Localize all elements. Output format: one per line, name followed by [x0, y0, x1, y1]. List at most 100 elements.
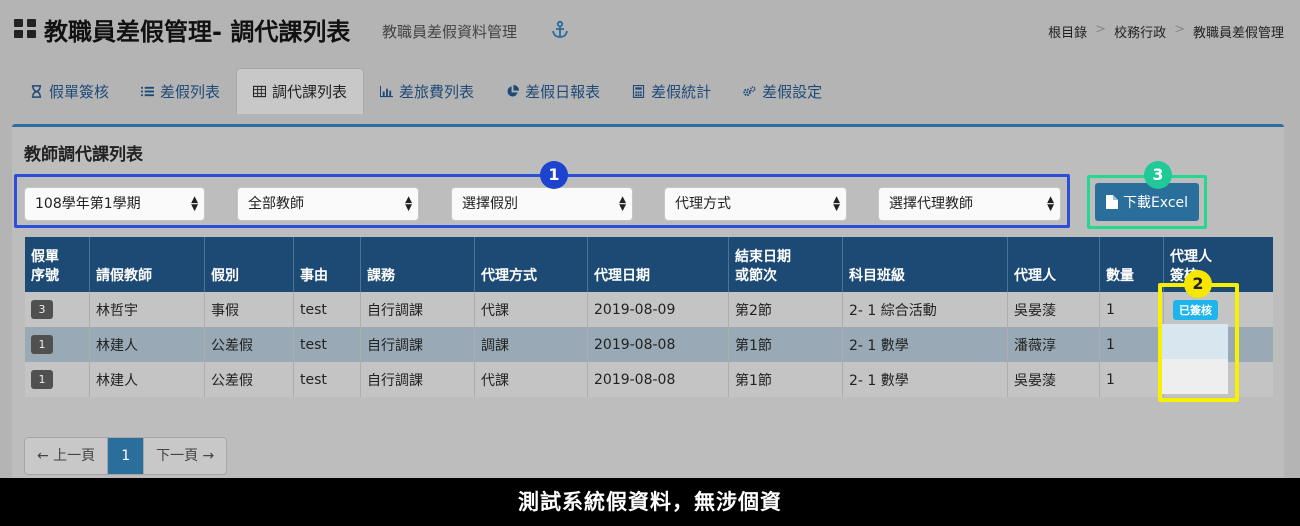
grid-icon	[14, 19, 36, 39]
tab-label: 假單簽核	[49, 82, 110, 101]
tab-daily-report[interactable]: 差假日報表	[490, 68, 616, 114]
table-cell: 2019-08-08	[588, 362, 729, 397]
table-cell: 自行調課	[361, 327, 475, 362]
table-cell: 2019-08-08	[588, 327, 729, 362]
tab-statistics[interactable]: 差假統計	[616, 68, 727, 114]
column-header: 假單 序號	[25, 237, 90, 292]
breadcrumb-separator: >	[1095, 22, 1107, 37]
substitute-teacher-select[interactable]: 選擇代理教師 ▲ ▼	[878, 187, 1061, 221]
table-cell: 2- 1 數學	[843, 327, 1008, 362]
tab-label: 差假設定	[762, 82, 823, 101]
table-cell: 2- 1 數學	[843, 362, 1008, 397]
page-header: 教職員差假管理- 調代課列表 教職員差假資料管理 根目錄 > 校務行政 > 教職…	[0, 0, 1300, 62]
serial-badge[interactable]: 1	[31, 335, 53, 354]
column-header: 事由	[294, 237, 361, 292]
download-excel-button[interactable]: 下載Excel	[1095, 183, 1199, 221]
table-cell: 代課	[475, 292, 588, 327]
table-header-row: 假單 序號 請假教師 假別 事由 課務 代理方式 代理日期 結束日期 或節次 科…	[25, 237, 1273, 292]
page-subtitle: 教職員差假資料管理	[382, 23, 518, 41]
table-cell: 公差假	[205, 327, 294, 362]
tab-label: 差旅費列表	[399, 82, 475, 101]
table-cell: 2- 1 綜合活動	[843, 292, 1008, 327]
table-cell: 第1節	[729, 362, 843, 397]
select-arrows-icon: ▲ ▼	[619, 195, 626, 213]
table-cell: 1	[1100, 292, 1164, 327]
breadcrumb-item-root[interactable]: 根目錄	[1048, 22, 1087, 41]
next-page-button[interactable]: 下一頁 →	[144, 438, 226, 474]
table-cell: 公差假	[205, 362, 294, 397]
column-header: 代理方式	[475, 237, 588, 292]
signature-highlight-box: 已簽核	[1158, 283, 1239, 402]
annotation-badge-2: 2	[1184, 270, 1212, 298]
tab-bar: 假單簽核 差假列表 調代課列表 差旅費列表 差假日報表 差假統計 差假設定	[14, 68, 838, 114]
header-label: 結束日期 或節次	[735, 249, 791, 284]
table-cell: 事假	[205, 292, 294, 327]
column-header: 假別	[205, 237, 294, 292]
tab-substitute-list[interactable]: 調代課列表	[236, 68, 365, 114]
list-icon	[141, 86, 155, 96]
semester-select[interactable]: 108學年第1學期 ▲ ▼	[24, 187, 205, 221]
pie-chart-icon	[507, 84, 520, 97]
panel-title: 教師調代課列表	[24, 145, 143, 165]
table-cell: 林建人	[90, 362, 205, 397]
header-label: 假單 序號	[31, 249, 59, 284]
column-header: 課務	[361, 237, 475, 292]
table-cell: 吳晏蔆	[1008, 362, 1100, 397]
column-header: 代理日期	[588, 237, 729, 292]
select-arrows-icon: ▲ ▼	[405, 195, 412, 213]
tab-leave-list[interactable]: 差假列表	[125, 68, 236, 114]
table-cell: 調課	[475, 327, 588, 362]
tab-leave-approval[interactable]: 假單簽核	[14, 68, 125, 114]
table-cell: 自行調課	[361, 292, 475, 327]
teacher-select[interactable]: 全部教師 ▲ ▼	[237, 187, 419, 221]
breadcrumb: 根目錄 > 校務行政 > 教職員差假管理	[1048, 22, 1284, 41]
substitute-list-panel: 教師調代課列表 108學年第1學期 ▲ ▼ 全部教師 ▲ ▼ 選擇假別 ▲ ▼ 代理方…	[12, 124, 1284, 484]
table-cell: 1	[25, 327, 90, 362]
table-cell: test	[294, 327, 361, 362]
breadcrumb-item-current: 教職員差假管理	[1192, 26, 1284, 41]
breadcrumb-separator: >	[1174, 22, 1185, 37]
table-cell: test	[294, 362, 361, 397]
substitute-teacher-select-value: 選擇代理教師	[889, 196, 973, 212]
table-cell: 1	[25, 362, 90, 397]
annotation-badge-1: 1	[540, 161, 568, 189]
table-row[interactable]: 3 林哲宇 事假 test 自行調課 代課 2019-08-09 第2節 2- …	[25, 292, 1273, 327]
table-row[interactable]: 1 林建人 公差假 test 自行調課 代課 2019-08-08 第1節 2-…	[25, 362, 1273, 397]
download-excel-label: 下載Excel	[1122, 195, 1189, 211]
table-row[interactable]: 1 林建人 公差假 test 自行調課 調課 2019-08-08 第1節 2-…	[25, 327, 1273, 362]
column-header: 科目班級	[843, 237, 1008, 292]
table-cell: 自行調課	[361, 362, 475, 397]
cogs-icon	[743, 85, 756, 96]
page-title: 教職員差假管理- 調代課列表	[44, 18, 351, 46]
select-arrows-icon: ▲ ▼	[191, 195, 198, 213]
serial-badge[interactable]: 3	[31, 300, 53, 319]
substitute-method-select[interactable]: 代理方式 ▲ ▼	[664, 187, 847, 221]
serial-badge[interactable]: 1	[31, 370, 53, 389]
table-cell: 1	[1100, 327, 1164, 362]
table-cell: 代課	[475, 362, 588, 397]
file-icon	[1105, 195, 1118, 209]
substitute-table: 假單 序號 請假教師 假別 事由 課務 代理方式 代理日期 結束日期 或節次 科…	[25, 237, 1273, 397]
column-header: 請假教師	[90, 237, 205, 292]
tab-label: 差假日報表	[525, 82, 601, 101]
table-cell: 潘薇淳	[1008, 327, 1100, 362]
hourglass-icon	[31, 84, 42, 98]
leave-type-select[interactable]: 選擇假別 ▲ ▼	[451, 187, 633, 221]
select-arrows-icon: ▲ ▼	[833, 195, 840, 213]
tab-label: 差假列表	[160, 82, 221, 101]
table-cell: 第2節	[729, 292, 843, 327]
tab-settings[interactable]: 差假設定	[727, 68, 838, 114]
table-icon	[253, 85, 267, 98]
select-arrows-icon: ▲ ▼	[1047, 195, 1054, 213]
tab-travel-expense[interactable]: 差旅費列表	[364, 68, 490, 114]
table-cell: 吳晏蔆	[1008, 292, 1100, 327]
breadcrumb-item-admin[interactable]: 校務行政	[1114, 22, 1166, 41]
anchor-icon[interactable]	[551, 20, 569, 40]
pagination: ← 上一頁 1 下一頁 →	[24, 437, 228, 475]
annotation-badge-3: 3	[1144, 161, 1172, 189]
prev-page-button[interactable]: ← 上一頁	[25, 438, 109, 474]
table-cell: test	[294, 292, 361, 327]
page-button-current[interactable]: 1	[108, 438, 145, 474]
column-header: 結束日期 或節次	[729, 237, 843, 292]
bar-chart-icon	[380, 85, 394, 97]
